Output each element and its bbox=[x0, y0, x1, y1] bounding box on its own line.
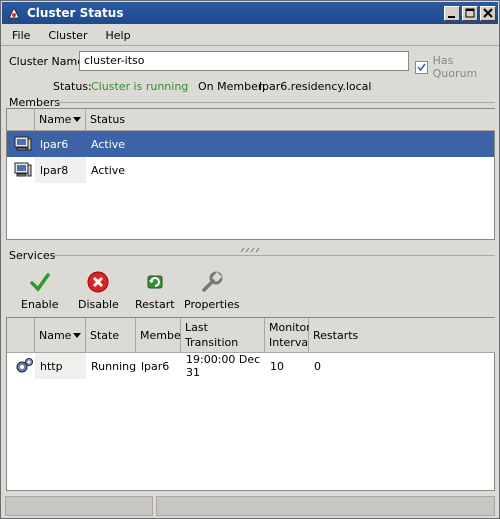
member-row[interactable]: lpar8 Active bbox=[7, 157, 494, 183]
services-header-last-transition[interactable]: Last Transition bbox=[181, 318, 265, 353]
menu-cluster[interactable]: Cluster bbox=[38, 29, 95, 42]
check-icon bbox=[27, 269, 53, 295]
services-header-state[interactable]: State bbox=[86, 318, 136, 353]
sort-arrow-icon bbox=[73, 333, 81, 338]
members-header-status[interactable]: Status bbox=[86, 109, 495, 131]
cluster-status-window: Cluster Status File Cluster Help Cluster… bbox=[0, 0, 500, 519]
window-title: Cluster Status bbox=[27, 6, 124, 20]
services-divider bbox=[53, 255, 495, 256]
restart-button[interactable]: Restart bbox=[135, 269, 175, 311]
members-header-icon-col[interactable] bbox=[7, 109, 35, 131]
computer-icon bbox=[9, 157, 35, 183]
wrench-icon bbox=[199, 269, 225, 295]
member-row[interactable]: lpar6 Active bbox=[7, 131, 494, 157]
on-member-label: On Member: bbox=[198, 80, 266, 93]
services-header-icon-col[interactable] bbox=[7, 318, 35, 353]
stop-icon bbox=[85, 269, 111, 295]
service-gears-icon bbox=[9, 353, 35, 379]
services-section-label: Services bbox=[9, 249, 56, 262]
service-name: http bbox=[35, 353, 86, 379]
properties-button[interactable]: Properties bbox=[184, 269, 240, 311]
computer-icon bbox=[9, 131, 35, 157]
checkbox-check-icon bbox=[415, 60, 428, 74]
members-header-name[interactable]: Name bbox=[35, 109, 86, 131]
sort-arrow-icon bbox=[73, 117, 81, 122]
member-status: Active bbox=[91, 137, 126, 151]
service-monitor-interval: 10 bbox=[270, 359, 284, 373]
status-label: Status: bbox=[53, 80, 92, 93]
members-divider bbox=[55, 102, 495, 103]
services-header-restarts[interactable]: Restarts bbox=[309, 318, 495, 353]
service-restarts: 0 bbox=[314, 359, 321, 373]
close-icon[interactable] bbox=[480, 5, 496, 21]
restart-icon bbox=[142, 269, 168, 295]
app-icon bbox=[6, 5, 22, 21]
disable-button[interactable]: Disable bbox=[78, 269, 119, 311]
services-header-monitor-interval[interactable]: Monitor Interval bbox=[265, 318, 311, 353]
services-table: Name State Member Last Transition Monito… bbox=[6, 317, 495, 491]
menu-file[interactable]: File bbox=[2, 29, 38, 42]
title-bar[interactable]: Cluster Status bbox=[2, 2, 498, 24]
menu-divider bbox=[1, 45, 499, 46]
service-last-transition: 19:00:00 Dec 31 bbox=[186, 353, 261, 379]
minimize-icon[interactable] bbox=[444, 5, 460, 21]
pane-splitter[interactable] bbox=[239, 242, 263, 253]
status-bar-right bbox=[156, 496, 495, 516]
member-name: lpar8 bbox=[35, 157, 86, 183]
services-header-member[interactable]: Member bbox=[136, 318, 185, 353]
on-member-value: lpar6.residency.local bbox=[259, 80, 372, 93]
cluster-name-field[interactable]: cluster-itso bbox=[79, 51, 409, 71]
status-value: Cluster is running bbox=[91, 80, 189, 93]
has-quorum-checkbox[interactable]: Has Quorum bbox=[415, 54, 499, 80]
menu-bar: File Cluster Help bbox=[2, 25, 498, 45]
services-header-name[interactable]: Name bbox=[35, 318, 86, 353]
service-state: Running bbox=[91, 359, 137, 373]
enable-button[interactable]: Enable bbox=[21, 269, 58, 311]
member-status: Active bbox=[91, 163, 126, 177]
menu-help[interactable]: Help bbox=[95, 29, 138, 42]
service-row[interactable]: http Running lpar6 19:00:00 Dec 31 10 0 bbox=[7, 353, 494, 379]
service-member: lpar6 bbox=[141, 359, 170, 373]
maximize-icon[interactable] bbox=[462, 5, 478, 21]
status-bar-left bbox=[5, 496, 153, 516]
cluster-name-label: Cluster Name: bbox=[9, 55, 88, 68]
members-table: Name Status lpar6 Active lpar8 Active bbox=[6, 108, 495, 240]
has-quorum-label: Has Quorum bbox=[432, 54, 478, 80]
member-name: lpar6 bbox=[40, 137, 69, 151]
